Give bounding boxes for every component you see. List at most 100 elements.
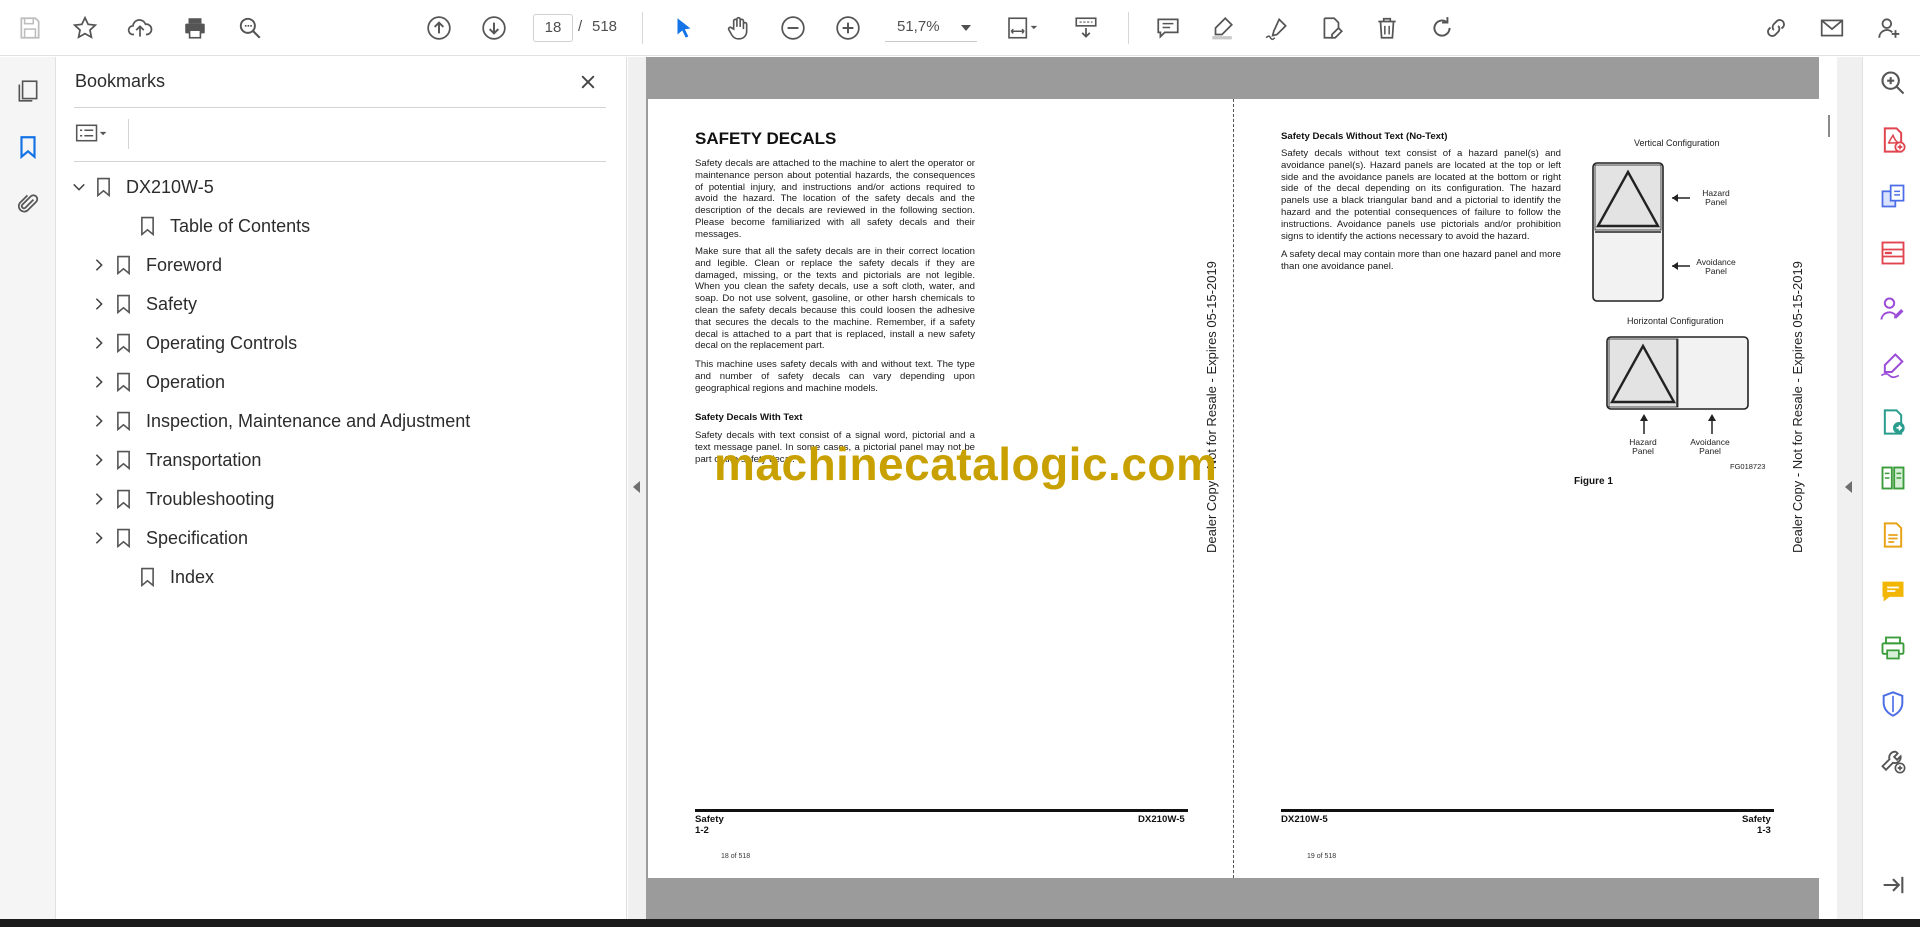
brand-overlay: machinecatalogic.com bbox=[714, 438, 1218, 490]
bookmark-item-troubleshooting[interactable]: Troubleshooting bbox=[90, 484, 274, 514]
chevron-right-icon[interactable] bbox=[90, 529, 108, 547]
scrollbar-thumb[interactable] bbox=[1828, 115, 1830, 137]
share-user-icon[interactable] bbox=[1873, 12, 1905, 44]
find-zoom-icon[interactable] bbox=[234, 12, 266, 44]
send-for-review-icon[interactable] bbox=[1877, 406, 1909, 438]
toolbar-divider bbox=[642, 12, 643, 44]
bookmark-icon bbox=[114, 371, 132, 393]
vertical-scrollbar[interactable] bbox=[1819, 57, 1837, 919]
page-paragraph: This machine uses safety decals with and… bbox=[695, 359, 975, 394]
chevron-right-icon[interactable] bbox=[90, 451, 108, 469]
chevron-right-icon[interactable] bbox=[90, 412, 108, 430]
footer-page-label: 1-3 bbox=[1757, 825, 1771, 836]
email-icon[interactable] bbox=[1816, 12, 1848, 44]
upload-cloud-icon[interactable] bbox=[124, 12, 156, 44]
arrow-left-icon bbox=[1845, 481, 1852, 493]
zoom-level-select[interactable]: 51,7% bbox=[885, 14, 977, 42]
chevron-right-icon[interactable] bbox=[90, 373, 108, 391]
attachments-icon[interactable] bbox=[12, 188, 44, 220]
request-signature-icon[interactable] bbox=[1877, 293, 1909, 325]
bookmark-item-foreword[interactable]: Foreword bbox=[90, 250, 222, 280]
bookmark-icon bbox=[138, 215, 156, 237]
fill-sign-icon[interactable] bbox=[1877, 349, 1909, 381]
page-divider bbox=[1233, 99, 1234, 878]
print-icon[interactable] bbox=[179, 12, 211, 44]
avoidance-panel-label: Avoidance Panel bbox=[1696, 257, 1736, 276]
select-pointer-icon[interactable] bbox=[668, 12, 700, 44]
page-number-input[interactable]: 18 bbox=[533, 14, 573, 42]
hazard-panel-label: Hazard Panel bbox=[1629, 437, 1657, 456]
bookmark-options-button[interactable] bbox=[74, 119, 120, 147]
chevron-down-icon[interactable] bbox=[70, 178, 88, 196]
close-icon[interactable] bbox=[575, 69, 601, 95]
page-paragraph: Make sure that all the safety decals are… bbox=[695, 246, 975, 352]
collapse-left-panel-button[interactable] bbox=[628, 57, 646, 919]
footer-section: Safety bbox=[1742, 814, 1771, 825]
bookmark-item-transportation[interactable]: Transportation bbox=[90, 445, 261, 475]
chevron-down-icon bbox=[961, 25, 971, 31]
comment-icon[interactable] bbox=[1152, 12, 1184, 44]
collapse-right-panel-button[interactable] bbox=[1837, 57, 1862, 919]
bookmark-label: Operation bbox=[146, 371, 226, 392]
next-page-icon[interactable] bbox=[478, 12, 510, 44]
page-fit-icon[interactable] bbox=[1000, 12, 1044, 44]
protect-shield-icon[interactable] bbox=[1877, 688, 1909, 720]
more-tools-icon[interactable] bbox=[1877, 745, 1909, 777]
bookmark-item-safety[interactable]: Safety bbox=[90, 289, 197, 319]
bookmark-label: Operating Controls bbox=[146, 332, 298, 353]
convert-pdf-icon[interactable] bbox=[1877, 180, 1909, 212]
comment-tool-icon[interactable] bbox=[1877, 575, 1909, 607]
draw-sign-icon[interactable] bbox=[1261, 12, 1293, 44]
save-icon[interactable] bbox=[14, 12, 46, 44]
page-of-label: 18 of 518 bbox=[721, 853, 751, 860]
bookmark-item-specification[interactable]: Specification bbox=[90, 523, 248, 553]
page-watermark: Dealer Copy - Not for Resale - Expires 0… bbox=[1790, 261, 1805, 553]
stamp-file-icon[interactable] bbox=[1877, 519, 1909, 551]
share-link-icon[interactable] bbox=[1760, 12, 1792, 44]
chevron-right-icon[interactable] bbox=[90, 295, 108, 313]
bookmark-label: Inspection, Maintenance and Adjustment bbox=[146, 410, 471, 431]
bookmark-item-table-of-contents[interactable]: Table of Contents bbox=[114, 211, 310, 241]
zoom-in-icon[interactable] bbox=[832, 12, 864, 44]
chevron-right-icon[interactable] bbox=[90, 256, 108, 274]
footer-model: DX210W-5 bbox=[1138, 814, 1185, 825]
bookmark-label: Foreword bbox=[146, 254, 223, 275]
bookmark-label: DX210W-5 bbox=[126, 176, 214, 197]
figure-vertical-title: Vertical Configuration bbox=[1634, 138, 1720, 148]
figure-id: FG018723 bbox=[1730, 462, 1766, 471]
highlight-pen-icon[interactable] bbox=[1206, 12, 1238, 44]
bookmark-item-dx210w-5[interactable]: DX210W-5 bbox=[70, 172, 214, 202]
chevron-right-icon[interactable] bbox=[90, 490, 108, 508]
footer-section: Safety bbox=[695, 814, 724, 825]
edit-pdf-icon[interactable] bbox=[1316, 12, 1348, 44]
zoom-out-icon[interactable] bbox=[777, 12, 809, 44]
bookmark-label: Specification bbox=[146, 527, 249, 548]
options-list-icon bbox=[75, 124, 107, 142]
horizontal-decal-diagram bbox=[1606, 336, 1749, 434]
bookmark-item-index[interactable]: Index bbox=[114, 562, 214, 592]
bookmarks-icon[interactable] bbox=[12, 131, 44, 163]
scroll-mode-icon[interactable] bbox=[1070, 12, 1102, 44]
rotate-icon[interactable] bbox=[1426, 12, 1458, 44]
footer-rule bbox=[1281, 809, 1774, 812]
zoom-level-value: 51,7% bbox=[897, 18, 940, 35]
compare-files-icon[interactable] bbox=[1877, 462, 1909, 494]
hand-tool-icon[interactable] bbox=[722, 12, 754, 44]
print-production-icon[interactable] bbox=[1877, 632, 1909, 664]
collapse-tools-icon[interactable] bbox=[1877, 869, 1909, 901]
chevron-right-icon[interactable] bbox=[90, 334, 108, 352]
organize-pages-icon[interactable] bbox=[1877, 237, 1909, 269]
figure-horizontal-title: Horizontal Configuration bbox=[1627, 316, 1724, 326]
search-zoom-icon[interactable] bbox=[1877, 67, 1909, 99]
bookmark-icon bbox=[138, 566, 156, 588]
delete-icon[interactable] bbox=[1371, 12, 1403, 44]
star-icon[interactable] bbox=[69, 12, 101, 44]
bookmark-item-inspection-maintenance[interactable]: Inspection, Maintenance and Adjustment bbox=[90, 406, 470, 436]
bookmark-item-operating-controls[interactable]: Operating Controls bbox=[90, 328, 297, 358]
bookmark-item-operation[interactable]: Operation bbox=[90, 367, 225, 397]
previous-page-icon[interactable] bbox=[423, 12, 455, 44]
right-tools-rail bbox=[1862, 57, 1920, 919]
export-pdf-icon[interactable] bbox=[1877, 124, 1909, 156]
bookmark-icon bbox=[114, 332, 132, 354]
page-thumbnails-icon[interactable] bbox=[12, 75, 44, 107]
